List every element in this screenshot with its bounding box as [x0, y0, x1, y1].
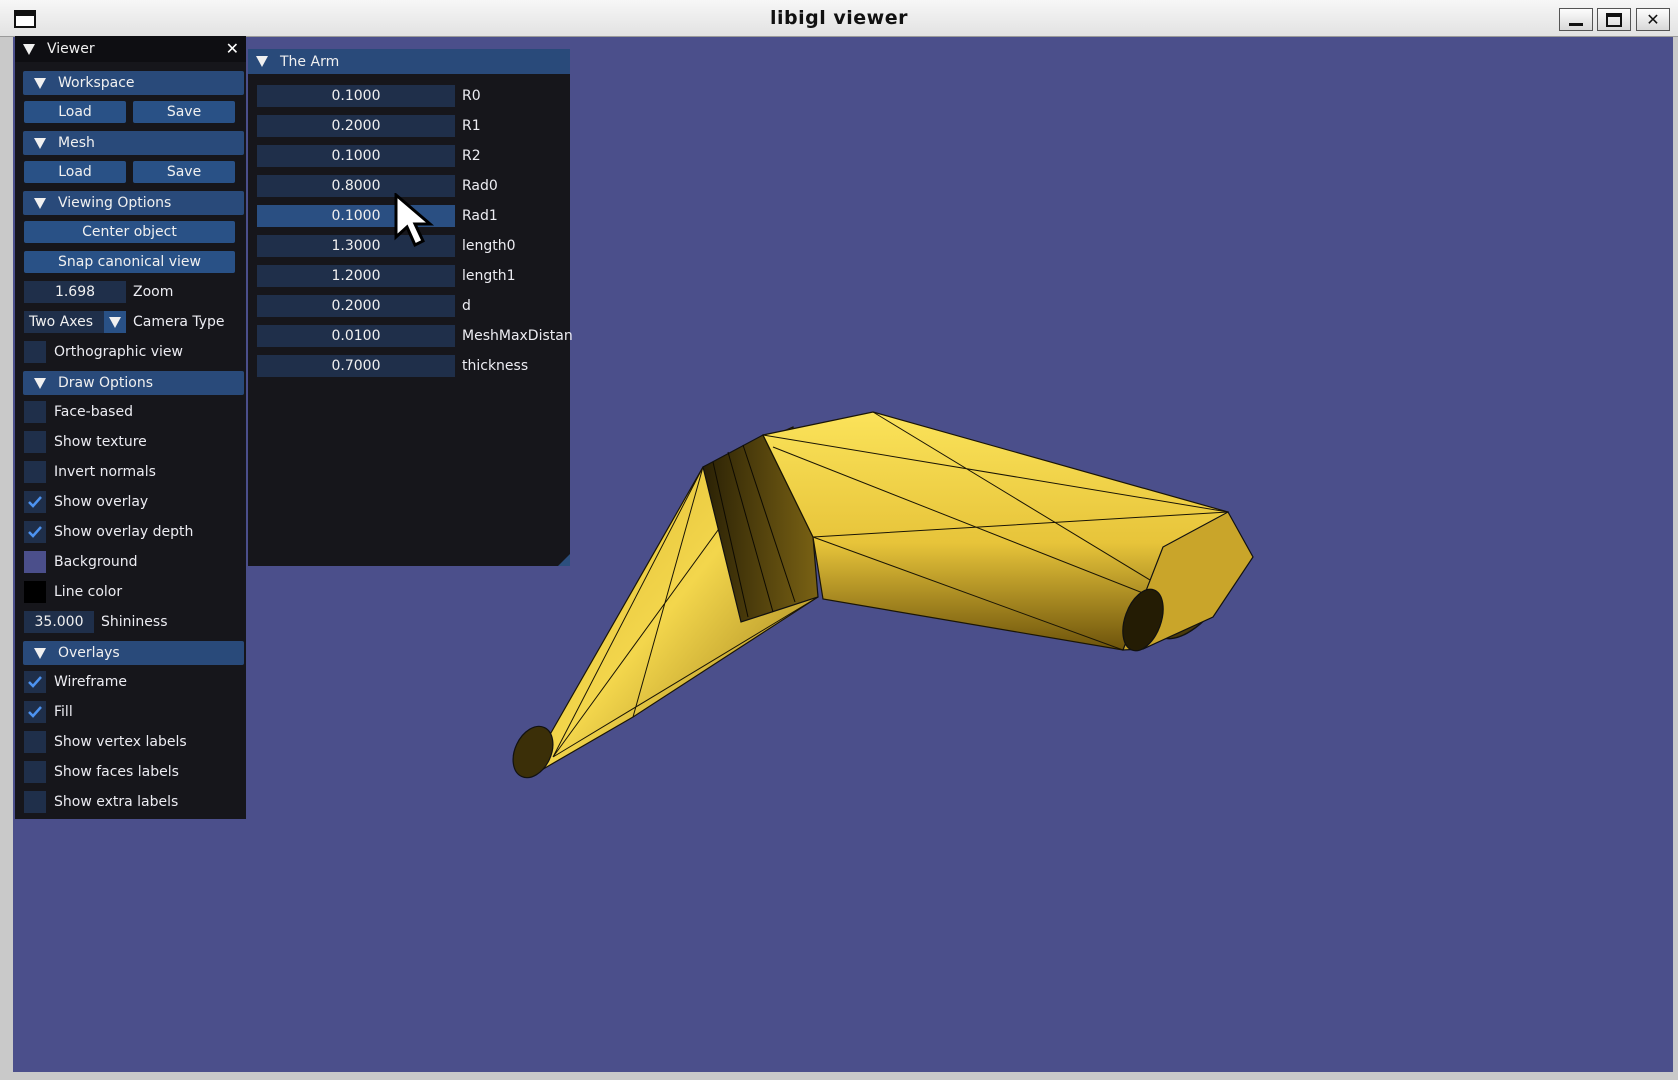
background-color-label: Background — [54, 554, 138, 570]
rad1-input[interactable]: 0.1000 — [257, 205, 455, 227]
invert-normals-checkbox[interactable] — [24, 461, 46, 483]
viewer-panel-titlebar[interactable]: Viewer ✕ — [15, 36, 246, 62]
mesh-load-button[interactable]: Load — [24, 161, 126, 183]
arm-panel-titlebar[interactable]: The Arm — [248, 49, 570, 74]
line-color-label: Line color — [54, 584, 123, 600]
show-overlay-depth-checkbox[interactable] — [24, 521, 46, 543]
show-overlay-depth-label: Show overlay depth — [54, 524, 194, 540]
show-overlay-checkbox[interactable] — [24, 491, 46, 513]
center-object-button[interactable]: Center object — [24, 221, 235, 243]
show-texture-checkbox[interactable] — [24, 431, 46, 453]
length1-input[interactable]: 1.2000 — [257, 265, 455, 287]
show-extra-labels-label: Show extra labels — [54, 794, 179, 810]
face-based-label: Face-based — [54, 404, 133, 420]
collapse-triangle-icon[interactable] — [23, 43, 35, 55]
viewer-panel: Viewer ✕ Workspace Load Save Mesh Load S… — [15, 36, 246, 819]
d-label: d — [462, 298, 471, 314]
mesh-header[interactable]: Mesh — [23, 131, 244, 155]
checkmark-icon — [28, 676, 42, 688]
viewing-options-header-label: Viewing Options — [58, 195, 172, 211]
orthographic-view-checkbox[interactable] — [24, 341, 46, 363]
window-title: libigl viewer — [770, 7, 908, 29]
collapse-triangle-icon — [34, 137, 46, 149]
rad0-input[interactable]: 0.8000 — [257, 175, 455, 197]
checkmark-icon — [28, 706, 42, 718]
viewing-options-header[interactable]: Viewing Options — [23, 191, 244, 215]
line-color-swatch[interactable] — [24, 581, 46, 603]
fill-checkbox[interactable] — [24, 701, 46, 723]
show-vertex-labels-label: Show vertex labels — [54, 734, 187, 750]
workspace-header[interactable]: Workspace — [23, 71, 244, 95]
collapse-triangle-icon — [34, 647, 46, 659]
zoom-label: Zoom — [133, 284, 174, 300]
checkmark-icon — [28, 526, 42, 538]
mesh-max-distance-label: MeshMaxDistan — [462, 328, 573, 344]
workspace-header-label: Workspace — [58, 75, 135, 91]
snap-canonical-view-button[interactable]: Snap canonical view — [24, 251, 235, 273]
collapse-triangle-icon — [34, 77, 46, 89]
close-icon[interactable]: ✕ — [226, 39, 239, 58]
collapse-triangle-icon — [34, 197, 46, 209]
invert-normals-label: Invert normals — [54, 464, 156, 480]
length0-label: length0 — [462, 238, 516, 254]
chevron-down-icon[interactable] — [104, 311, 126, 333]
checkmark-icon — [28, 496, 42, 508]
r1-label: R1 — [462, 118, 481, 134]
mesh-max-distance-input[interactable]: 0.0100 — [257, 325, 455, 347]
show-faces-labels-checkbox[interactable] — [24, 761, 46, 783]
camera-type-value: Two Axes — [29, 314, 94, 330]
mesh-header-label: Mesh — [58, 135, 95, 151]
rad1-label: Rad1 — [462, 208, 498, 224]
length1-label: length1 — [462, 268, 516, 284]
maximize-icon — [1606, 12, 1622, 27]
show-faces-labels-label: Show faces labels — [54, 764, 179, 780]
overlays-header-label: Overlays — [58, 645, 120, 661]
show-overlay-label: Show overlay — [54, 494, 149, 510]
camera-type-select[interactable]: Two Axes — [24, 311, 126, 333]
collapse-triangle-icon[interactable] — [256, 56, 268, 67]
minimize-button[interactable] — [1559, 8, 1593, 31]
close-icon: ✕ — [1646, 10, 1660, 29]
shininess-label: Shininess — [101, 614, 168, 630]
rad0-label: Rad0 — [462, 178, 498, 194]
background-color-swatch[interactable] — [24, 551, 46, 573]
collapse-triangle-icon — [34, 377, 46, 389]
r2-label: R2 — [462, 148, 481, 164]
mesh-upper-arm — [762, 411, 1254, 652]
show-extra-labels-checkbox[interactable] — [24, 791, 46, 813]
mesh-save-button[interactable]: Save — [133, 161, 235, 183]
r0-input[interactable]: 0.1000 — [257, 85, 455, 107]
fill-label: Fill — [54, 704, 73, 720]
maximize-button[interactable] — [1597, 8, 1631, 31]
zoom-input[interactable]: 1.698 — [24, 281, 126, 303]
camera-type-label: Camera Type — [133, 314, 225, 330]
wireframe-label: Wireframe — [54, 674, 128, 690]
close-window-button[interactable]: ✕ — [1636, 8, 1670, 31]
r1-input[interactable]: 0.2000 — [257, 115, 455, 137]
thickness-input[interactable]: 0.7000 — [257, 355, 455, 377]
orthographic-view-label: Orthographic view — [54, 344, 183, 360]
r0-label: R0 — [462, 88, 481, 104]
resize-grip-icon[interactable] — [558, 554, 570, 566]
r2-input[interactable]: 0.1000 — [257, 145, 455, 167]
minimize-icon — [1569, 23, 1583, 26]
show-texture-label: Show texture — [54, 434, 147, 450]
arm-panel-title: The Arm — [280, 53, 340, 70]
wireframe-checkbox[interactable] — [24, 671, 46, 693]
arm-panel: The Arm 0.1000 R0 0.2000 R1 0.1000 R2 0.… — [248, 49, 573, 566]
draw-options-header[interactable]: Draw Options — [23, 371, 244, 395]
length0-input[interactable]: 1.3000 — [257, 235, 455, 257]
workspace-save-button[interactable]: Save — [133, 101, 235, 123]
face-based-checkbox[interactable] — [24, 401, 46, 423]
d-input[interactable]: 0.2000 — [257, 295, 455, 317]
workspace-load-button[interactable]: Load — [24, 101, 126, 123]
shininess-input[interactable]: 35.000 — [24, 611, 94, 633]
show-vertex-labels-checkbox[interactable] — [24, 731, 46, 753]
window-titlebar: libigl viewer ✕ — [0, 0, 1678, 37]
thickness-label: thickness — [462, 358, 529, 374]
overlays-header[interactable]: Overlays — [23, 641, 244, 665]
viewer-panel-title: Viewer — [47, 41, 95, 57]
draw-options-header-label: Draw Options — [58, 375, 154, 391]
